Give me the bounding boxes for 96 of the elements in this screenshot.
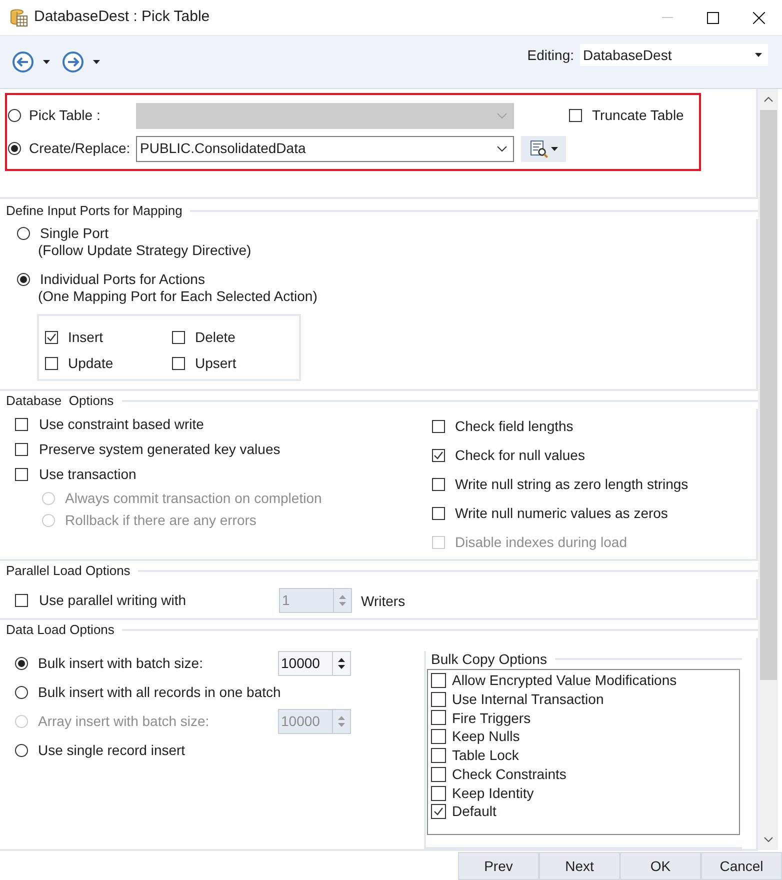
checkbox[interactable]: [432, 507, 445, 520]
table-dropdown[interactable]: PUBLIC.ConsolidatedData: [136, 136, 514, 162]
radio-button[interactable]: [8, 109, 21, 122]
checkbox[interactable]: [172, 357, 185, 370]
checkbox-label: Keep Identity: [452, 784, 534, 803]
batch-size-spinner[interactable]: 10000: [278, 651, 351, 676]
checkbox-label: Use parallel writing with: [39, 591, 188, 610]
radio-label: Bulk insert with batch size:: [38, 654, 204, 673]
group-title: Define Input Ports for Mapping: [5, 202, 184, 220]
back-icon[interactable]: [12, 51, 34, 73]
group-title: Parallel Load Options: [5, 562, 132, 580]
radio-label: Single Port: [40, 225, 110, 242]
checkbox-label: Write null string as zero length strings: [455, 475, 688, 494]
checkbox-label: Update: [68, 354, 114, 373]
check-icon: [433, 806, 444, 818]
checkbox-label: Delete: [195, 328, 236, 347]
checkbox[interactable]: [569, 109, 582, 122]
checkbox[interactable]: [15, 468, 28, 481]
radio-label: Rollback if there are any errors: [65, 510, 256, 530]
window-title: DatabaseDest : Pick Table: [34, 7, 210, 28]
scrollbar[interactable]: [758, 89, 778, 850]
checkbox[interactable]: [15, 418, 28, 431]
checkbox-label: Allow Encrypted Value Modifications: [452, 670, 677, 690]
chevron-down-icon[interactable]: [497, 146, 507, 152]
scroll-down-icon[interactable]: [764, 837, 772, 842]
dialog-button[interactable]: Next: [539, 852, 620, 880]
checkbox[interactable]: [431, 766, 446, 782]
caret-icon[interactable]: [93, 60, 100, 64]
forward-icon[interactable]: [62, 51, 84, 73]
checkbox-label: Fire Triggers: [452, 708, 531, 728]
checkbox[interactable]: [431, 692, 446, 707]
caret-icon[interactable]: [43, 60, 50, 64]
radio-label: Create/Replace:: [29, 139, 132, 158]
caret-icon: [550, 146, 558, 150]
check-icon: [46, 332, 57, 343]
checkbox[interactable]: [432, 478, 445, 491]
checkbox-label: Check field lengths: [455, 417, 574, 436]
radio-note: (One Mapping Port for Each Selected Action): [38, 288, 318, 305]
checkbox-label: Upsert: [195, 354, 236, 373]
checkbox-label: Table Lock: [452, 746, 519, 766]
radio-button[interactable]: [15, 657, 28, 670]
radio-button[interactable]: [17, 227, 30, 240]
checkbox[interactable]: [15, 594, 28, 607]
radio-label: Use single record insert: [38, 741, 186, 760]
checkbox-label: Disable indexes during load: [455, 533, 627, 552]
checkbox-label: Use transaction: [39, 465, 136, 484]
document-search-icon: [530, 140, 548, 158]
checkbox[interactable]: [432, 420, 445, 433]
checkbox-label: Keep Nulls: [452, 727, 520, 746]
radio-button[interactable]: [15, 686, 28, 699]
checkbox-label: Check for null values: [455, 446, 585, 465]
table-browse-button[interactable]: [521, 136, 566, 162]
checkbox[interactable]: [45, 331, 58, 344]
checkbox-label: Preserve system generated key values: [39, 440, 280, 459]
checkbox[interactable]: [172, 331, 185, 344]
editing-label: Editing:: [527, 46, 574, 65]
checkbox-label: Check Constraints: [452, 764, 566, 784]
checkbox[interactable]: [431, 804, 446, 820]
check-icon: [433, 450, 444, 461]
radio-button[interactable]: [17, 273, 30, 286]
dialog-button[interactable]: Prev: [458, 852, 539, 880]
radio-label: Bulk insert with all records in one batch: [38, 683, 281, 702]
dialog-button[interactable]: Cancel: [701, 852, 782, 880]
spin-down-icon[interactable]: [338, 665, 345, 669]
checkbox[interactable]: [431, 786, 446, 801]
checkbox-label: Truncate Table: [592, 106, 684, 125]
checkbox[interactable]: [432, 449, 445, 462]
spinner-suffix: Writers: [361, 592, 406, 611]
radio-button[interactable]: [8, 142, 21, 155]
group-title: Database Options: [5, 392, 115, 410]
radio-note: (Follow Update Strategy Directive): [38, 242, 252, 259]
scroll-up-icon[interactable]: [764, 97, 772, 102]
checkbox[interactable]: [45, 357, 58, 370]
radio-label: Pick Table :: [29, 106, 102, 125]
checkbox[interactable]: [431, 729, 446, 744]
checkbox-label: Default: [452, 802, 496, 822]
checkbox-label: Use Internal Transaction: [452, 690, 604, 709]
scrollbar-thumb[interactable]: [760, 110, 776, 680]
checkbox-label: Use constraint based write: [39, 415, 204, 434]
checkbox[interactable]: [431, 672, 446, 688]
dialog-button[interactable]: OK: [620, 852, 701, 880]
radio-label: Individual Ports for Actions: [40, 271, 206, 288]
radio-label: Array insert with batch size:: [38, 712, 210, 731]
checkbox-label: Insert: [68, 328, 104, 347]
database-table-icon: [10, 8, 28, 26]
spin-up-icon[interactable]: [338, 658, 345, 662]
checkbox[interactable]: [431, 710, 446, 726]
group-title: Bulk Copy Options: [430, 650, 548, 669]
checkbox[interactable]: [431, 748, 446, 764]
group-title: Data Load Options: [5, 621, 116, 640]
checkbox-label: Write null numeric values as zeros: [455, 504, 668, 523]
checkbox[interactable]: [15, 443, 28, 456]
radio-button[interactable]: [15, 744, 28, 757]
caret-icon[interactable]: [755, 53, 762, 57]
editing-dropdown[interactable]: DatabaseDest: [580, 44, 768, 66]
radio-label: Always commit transaction on completion: [65, 488, 322, 508]
